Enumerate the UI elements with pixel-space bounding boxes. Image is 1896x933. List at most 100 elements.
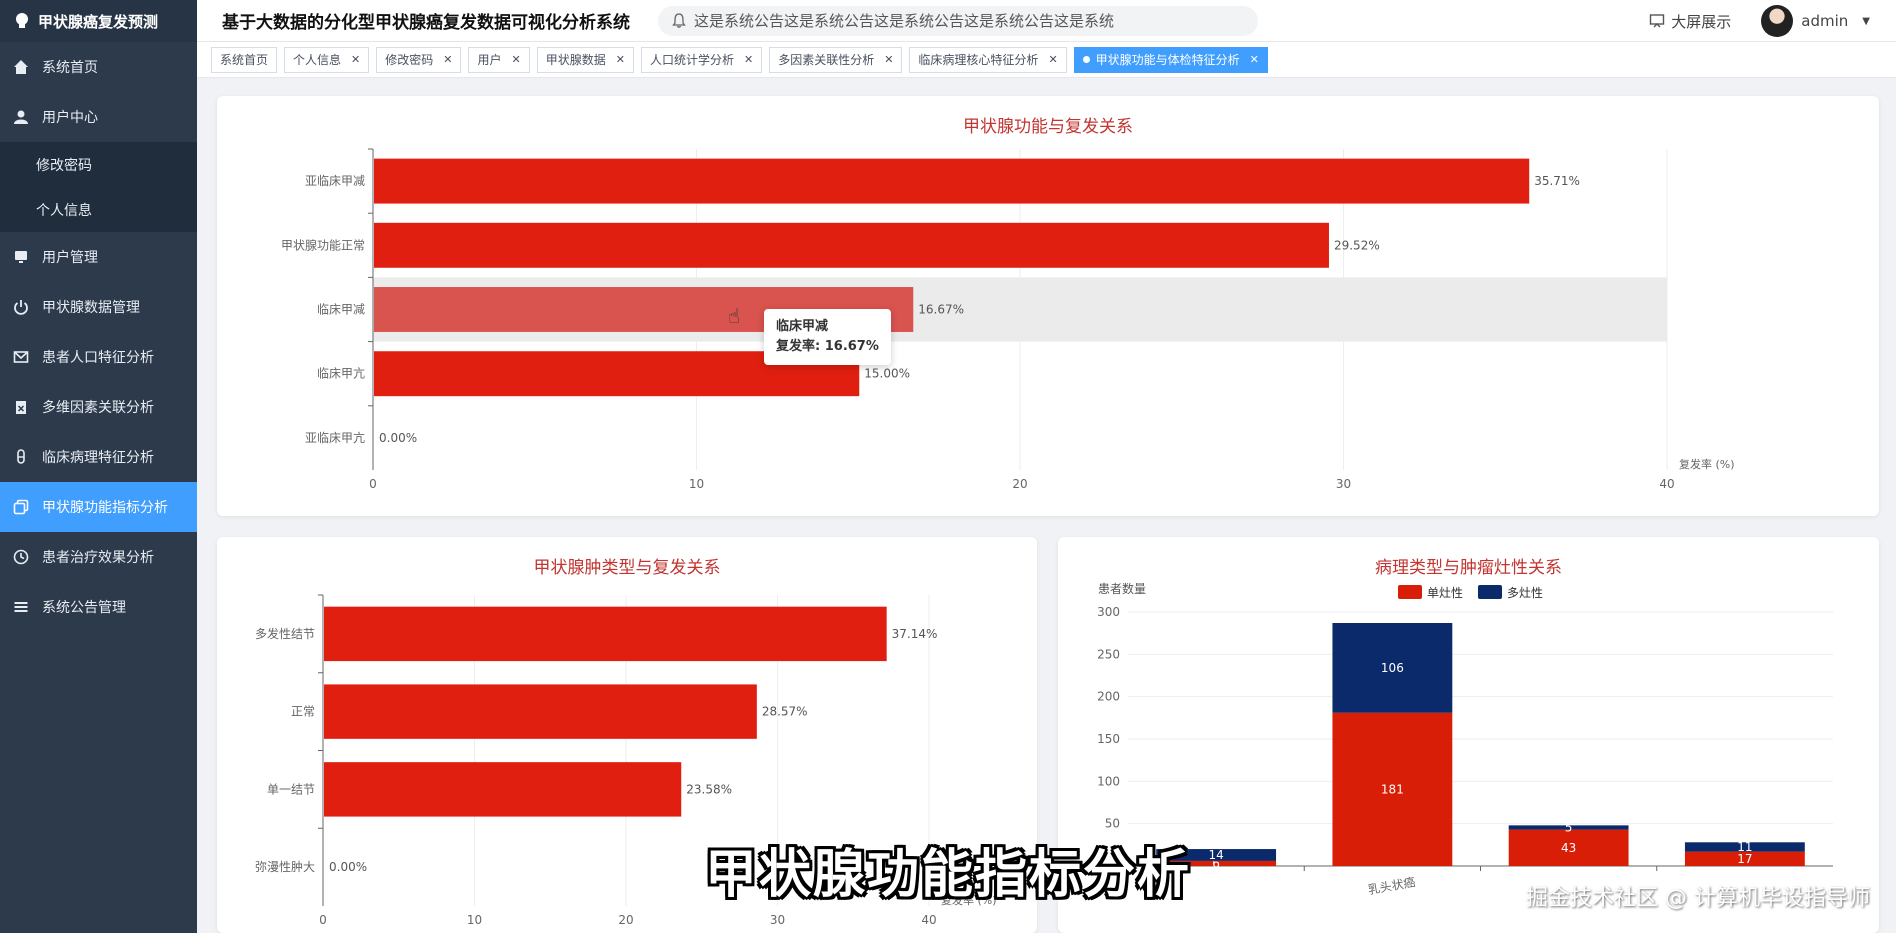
sidebar-item-label: 甲状腺功能指标分析 [42, 500, 168, 516]
tag-label: 临床病理核心特征分析 [918, 53, 1039, 67]
brand-title: 甲状腺癌复发预测 [38, 12, 159, 31]
sidebar-item-multi-factor[interactable]: 多维因素关联分析 [0, 382, 197, 432]
sidebar-item-thyroid-function[interactable]: 甲状腺功能指标分析 [0, 482, 197, 532]
tag-thyroid-data[interactable]: 甲状腺数据 ✕ [536, 46, 634, 73]
category-label: 亚临床甲亢 [305, 430, 365, 445]
y-tick-label: 100 [1097, 774, 1120, 788]
x-axis-label: 复发率 (%) [1679, 457, 1735, 471]
value-label: 35.71% [1534, 174, 1580, 188]
tag-change-password[interactable]: 修改密码 ✕ [376, 46, 462, 73]
sidebar-item-profile[interactable]: 个人信息 [0, 187, 197, 232]
tag-pathology[interactable]: 临床病理核心特征分析 ✕ [909, 46, 1067, 73]
sidebar-item-label: 用户中心 [42, 110, 98, 126]
announcement-bar[interactable]: 这是系统公告这是系统公告这是系统公告这是系统公告这是系统 [658, 5, 1258, 36]
segment-value-label: 181 [1381, 782, 1404, 796]
tag-label: 系统首页 [220, 53, 269, 67]
bar [324, 684, 757, 739]
close-icon[interactable]: ✕ [351, 53, 360, 66]
bulb-icon [16, 13, 28, 28]
y-tick-label: 250 [1097, 647, 1120, 661]
tag-label: 多因素关联性分析 [778, 53, 875, 67]
brand[interactable]: 甲状腺癌复发预测 [0, 0, 197, 42]
y-tick-label: 200 [1097, 690, 1120, 704]
category-label: 甲状腺功能正常 [281, 238, 365, 252]
clipboard-icon [12, 398, 30, 416]
tag-multi-factor[interactable]: 多因素关联性分析 ✕ [769, 46, 903, 73]
tag-profile[interactable]: 个人信息 ✕ [284, 46, 370, 73]
category-label: 临床甲减 [317, 303, 365, 317]
power-icon [12, 298, 30, 316]
sidebar-item-thyroid-data[interactable]: 甲状腺数据管理 [0, 282, 197, 332]
bell-icon [672, 13, 686, 28]
sidebar-item-label: 临床病理特征分析 [42, 450, 154, 466]
sidebar-item-user-center[interactable]: 用户中心 [0, 92, 197, 142]
category-label: 亚临床甲减 [305, 174, 365, 188]
active-dot [1082, 56, 1090, 63]
sidebar-item-user-management[interactable]: 用户管理 [0, 232, 197, 282]
segment-value-label: 106 [1381, 661, 1404, 675]
y-tick-label: 150 [1097, 732, 1120, 746]
big-screen-button[interactable]: 大屏展示 [1649, 11, 1731, 32]
x-tick-label: 0 [369, 477, 377, 491]
announcement-text: 这是系统公告这是系统公告这是系统公告这是系统公告这是系统 [694, 12, 1115, 30]
clock-icon [12, 548, 30, 566]
close-icon[interactable]: ✕ [443, 53, 452, 66]
tag-label: 用户 [477, 53, 502, 67]
system-title: 基于大数据的分化型甲状腺癌复发数据可视化分析系统 [222, 13, 630, 33]
tag-thyroid-function[interactable]: 甲状腺功能与体检特征分析 ✕ [1073, 46, 1268, 73]
tag-home[interactable]: 系统首页 [211, 46, 278, 73]
x-tick-label: 20 [618, 913, 633, 927]
tag-user[interactable]: 用户 ✕ [468, 46, 530, 73]
x-tick-label: 10 [689, 477, 704, 491]
bar [324, 762, 682, 817]
category-label: 多发性结节 [255, 626, 315, 641]
x-tick-label: 0 [319, 913, 327, 927]
watermark: 掘金技术社区 @ 计算机毕设指导师 [1526, 886, 1870, 911]
close-icon[interactable]: ✕ [512, 53, 521, 66]
big-screen-label: 大屏展示 [1671, 12, 1732, 31]
tag-label: 个人信息 [293, 53, 342, 67]
category-label: 弥漫性肿大 [255, 859, 315, 874]
close-icon[interactable]: ✕ [616, 53, 625, 66]
screen-icon [1650, 14, 1665, 28]
value-label: 28.57% [762, 705, 808, 719]
x-tick-label: 30 [1336, 477, 1351, 491]
legend-label: 多灶性 [1507, 586, 1543, 600]
category-label: 乳头状癌 [1367, 874, 1417, 897]
tube-icon [12, 448, 30, 466]
sidebar-item-treatment[interactable]: 患者治疗效果分析 [0, 532, 197, 582]
x-tick-label: 20 [1012, 477, 1027, 491]
value-label: 23.58% [686, 782, 732, 796]
avatar[interactable] [1761, 5, 1794, 37]
video-subtitle: 甲状腺功能指标分析 [705, 845, 1192, 905]
tag-demographics[interactable]: 人口统计学分析 ✕ [640, 46, 763, 73]
close-icon[interactable]: ✕ [884, 53, 893, 66]
list-icon [12, 598, 30, 616]
x-tick-label: 30 [770, 913, 785, 927]
chevron-down-icon[interactable]: ▼ [1862, 16, 1870, 27]
value-label: 0.00% [379, 431, 417, 445]
value-label: 16.67% [918, 303, 964, 317]
y-tick-label: 300 [1097, 605, 1120, 619]
chart-thyroid-function[interactable]: 0 10 20 30 40 亚临床甲减 35.71% 甲状腺功能正常 29.52% 临床甲减 16.… [217, 96, 1879, 516]
monitor-icon [12, 248, 30, 266]
value-label: 15.00% [864, 367, 910, 381]
value-label: 37.14% [892, 627, 938, 641]
tooltip-title: 临床甲减 [776, 319, 829, 334]
legend-label: 单灶性 [1427, 586, 1463, 600]
sidebar-item-pathology[interactable]: 临床病理特征分析 [0, 432, 197, 482]
value-label: 0.00% [329, 860, 367, 874]
sidebar-item-change-password[interactable]: 修改密码 [0, 142, 197, 187]
sidebar-item-label: 多维因素关联分析 [42, 400, 154, 416]
close-icon[interactable]: ✕ [744, 53, 753, 66]
close-icon[interactable]: ✕ [1048, 53, 1057, 66]
close-icon[interactable]: ✕ [1250, 53, 1259, 66]
x-tick-label: 40 [1659, 477, 1674, 491]
sidebar-item-demographics[interactable]: 患者人口特征分析 [0, 332, 197, 382]
sidebar-item-home[interactable]: 系统首页 [0, 42, 197, 92]
bar [374, 222, 1329, 268]
sidebar-item-announcements[interactable]: 系统公告管理 [0, 582, 197, 632]
sidebar-item-label: 个人信息 [36, 202, 92, 219]
hand-cursor-icon: ☝ [728, 304, 741, 328]
username[interactable]: admin [1801, 12, 1848, 30]
